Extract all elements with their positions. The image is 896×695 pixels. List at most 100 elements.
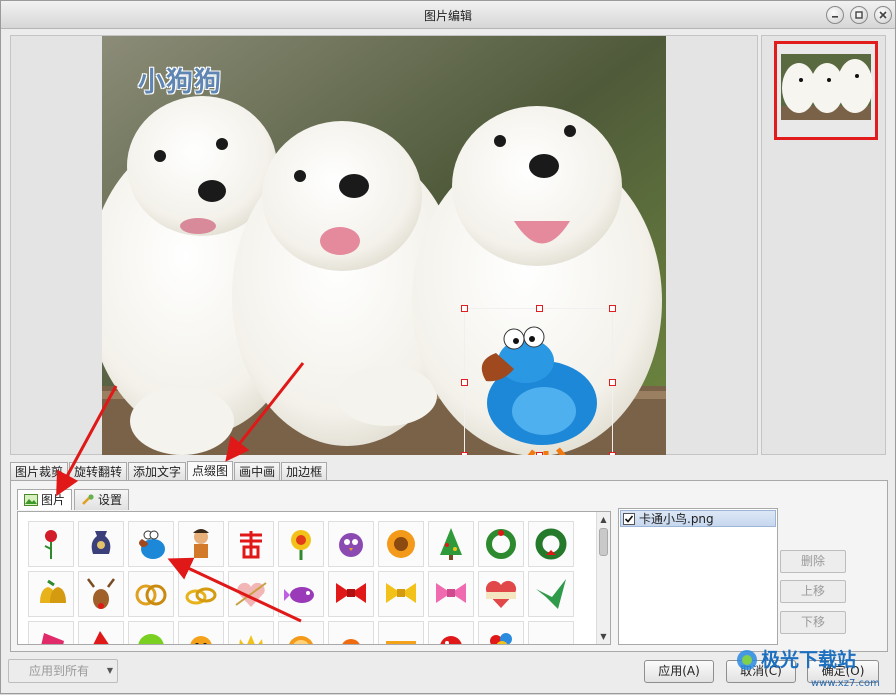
move-up-button[interactable]: 上移 — [780, 580, 846, 603]
rose-icon — [44, 530, 57, 559]
watermark-text: 小狗狗 — [138, 67, 222, 98]
decoration-subtabs: 图片 设置 — [17, 489, 131, 510]
balloons-icon — [490, 633, 512, 644]
sunflower-icon — [387, 530, 415, 558]
sticker-cell[interactable] — [378, 571, 424, 617]
tab-add-border[interactable]: 加边框 — [281, 462, 328, 481]
apply-to-all-label: 应用到所有 — [29, 664, 90, 678]
sticker-cell[interactable] — [428, 521, 474, 567]
resize-handle-e[interactable] — [609, 379, 616, 386]
scroll-up-icon[interactable]: ▲ — [597, 513, 610, 526]
caveman-icon — [193, 529, 209, 558]
list-item-checkbox[interactable] — [623, 512, 635, 525]
sticker-cell[interactable] — [128, 521, 174, 567]
delete-button[interactable]: 删除 — [780, 550, 846, 573]
sticker-cell[interactable] — [528, 521, 574, 567]
photo-canvas[interactable]: 小狗狗 — [102, 36, 666, 455]
image-edit-window: 图片编辑 小狗狗 图片裁剪 旋转翻转 添加文字 点缀图 画中画 加边框 图片 设… — [0, 0, 896, 694]
minimize-button[interactable] — [826, 6, 844, 24]
subtab-settings-label: 设置 — [98, 493, 123, 507]
image-icon — [24, 494, 38, 506]
wreath-icon — [486, 529, 516, 559]
apply-to-all-dropdown[interactable]: 应用到所有 ▼ — [8, 659, 118, 683]
orange-slice-icon — [289, 636, 313, 644]
sticker-cell[interactable] — [278, 571, 324, 617]
sticker-gallery: ▲ ▼ — [17, 511, 611, 645]
maximize-button[interactable] — [850, 6, 868, 24]
sticker-cell[interactable] — [328, 521, 374, 567]
thumbnail-panel — [761, 35, 886, 455]
orange-sun-icon — [342, 639, 360, 644]
resize-handle-se[interactable] — [609, 452, 616, 455]
sticker-cell[interactable] — [428, 621, 474, 644]
tab-add-text[interactable]: 添加文字 — [128, 462, 187, 481]
list-item[interactable]: 卡通小鸟.png — [620, 510, 776, 527]
move-down-button[interactable]: 下移 — [780, 611, 846, 634]
sticker-cell[interactable] — [228, 571, 274, 617]
sticker-cell[interactable] — [128, 571, 174, 617]
sticker-cell[interactable] — [178, 521, 224, 567]
resize-handle-sw[interactable] — [461, 452, 468, 455]
christmas-wreath-icon — [535, 528, 567, 560]
sticker-cell[interactable] — [128, 621, 174, 644]
resize-handle-w[interactable] — [461, 379, 468, 386]
sticker-cell[interactable] — [478, 571, 524, 617]
sticker-cell[interactable] — [28, 571, 74, 617]
sticker-cell[interactable] — [28, 621, 74, 644]
sticker-cell[interactable] — [28, 521, 74, 567]
orange-box-icon — [386, 641, 416, 644]
minimize-icon — [832, 16, 838, 18]
puppies-thumbnail — [777, 44, 875, 137]
sticker-cell[interactable] — [228, 521, 274, 567]
tab-rotate-flip[interactable]: 旋转翻转 — [69, 462, 128, 481]
sticker-cell[interactable] — [278, 621, 324, 644]
yellow-bow-icon — [386, 583, 416, 603]
chevron-down-icon: ▼ — [106, 666, 113, 675]
sticker-cell[interactable] — [78, 571, 124, 617]
sticker-cell[interactable] — [278, 521, 324, 567]
resize-handle-n[interactable] — [536, 305, 543, 312]
green-badge-icon — [138, 634, 164, 644]
sticker-cell[interactable] — [78, 621, 124, 644]
tab-crop[interactable]: 图片裁剪 — [10, 462, 69, 481]
sticker-cell[interactable] — [78, 521, 124, 567]
arrow-heart-icon — [235, 582, 267, 607]
apply-button[interactable]: 应用(A) — [644, 660, 714, 683]
sticker-cell[interactable] — [378, 521, 424, 567]
thumbnail-selected[interactable] — [774, 41, 878, 140]
green-origami-icon — [536, 579, 566, 609]
sticker-cell[interactable] — [528, 621, 574, 644]
added-stickers-list: 卡通小鸟.png — [618, 508, 778, 645]
resize-handle-nw[interactable] — [461, 305, 468, 312]
purple-bird-icon — [339, 533, 363, 557]
maximize-icon — [855, 11, 863, 19]
sticker-cell[interactable] — [178, 621, 224, 644]
sticker-cell[interactable] — [478, 621, 524, 644]
sticker-cell[interactable] — [228, 621, 274, 644]
subtab-settings[interactable]: 设置 — [74, 489, 130, 510]
gallery-scrollbar[interactable]: ▲ ▼ — [596, 512, 610, 644]
reindeer-icon — [87, 578, 115, 609]
resize-handle-ne[interactable] — [609, 305, 616, 312]
close-button[interactable] — [874, 6, 892, 24]
sticker-cell[interactable] — [478, 521, 524, 567]
sticker-cell[interactable] — [328, 571, 374, 617]
tab-picture-in-picture[interactable]: 画中画 — [234, 462, 281, 481]
sticker-cell[interactable] — [378, 621, 424, 644]
subtab-images-label: 图片 — [41, 493, 66, 507]
close-icon — [879, 11, 887, 19]
tool-tabs: 图片裁剪 旋转翻转 添加文字 点缀图 画中画 加边框 — [10, 461, 328, 481]
resize-handle-s[interactable] — [536, 452, 543, 455]
sticker-cell[interactable] — [328, 621, 374, 644]
subtab-images[interactable]: 图片 — [17, 489, 73, 510]
sticker-cell[interactable] — [428, 571, 474, 617]
heart-banner-icon — [485, 580, 517, 608]
sticker-selection-box[interactable] — [461, 305, 616, 455]
scroll-down-icon[interactable]: ▼ — [597, 630, 610, 643]
tab-decoration[interactable]: 点缀图 — [187, 461, 234, 481]
brand-logo: 极光下载站 www.xz7.com — [737, 648, 880, 689]
sticker-cell[interactable] — [178, 571, 224, 617]
sticker-cell[interactable] — [528, 571, 574, 617]
wedding-rings-icon — [185, 587, 217, 605]
scroll-thumb[interactable] — [599, 528, 608, 556]
